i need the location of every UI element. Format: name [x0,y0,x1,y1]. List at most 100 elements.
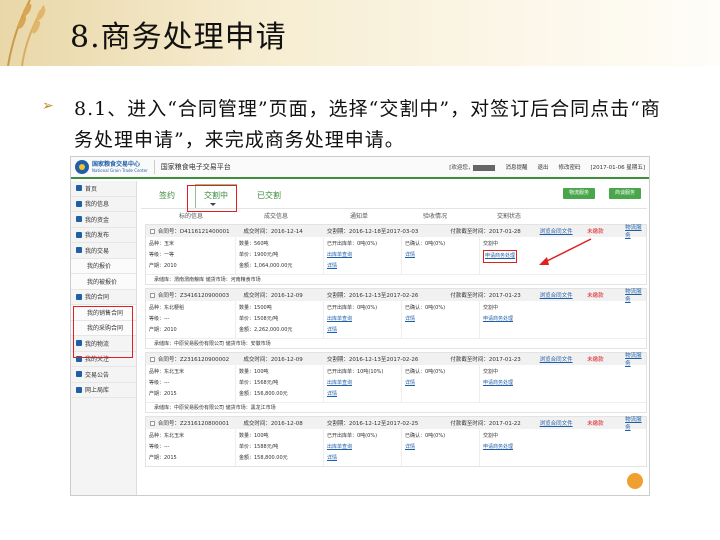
unpaid-badge: 未缴款 [587,293,604,299]
order-checkbox[interactable] [150,420,155,426]
column-header: 通知单 [349,212,368,220]
tab-delivered[interactable]: 已交割 [257,190,281,208]
outbound-query-link[interactable]: 出库单查询 [327,250,398,261]
logistics-service-button[interactable]: 物流服务 [562,188,595,199]
order-row: 合同号：Z2316120900002 成交时间：2016-12-09 交割期：2… [145,352,647,413]
redacted-username [473,164,496,171]
sidebar-item-label: 首页 [85,185,98,193]
quantity: 数量：100吨 [239,369,269,375]
unit-price: 单价：1508元/吨 [239,316,279,322]
payment-deadline: 付款截至时间：2017-01-28 [450,229,521,235]
payment-deadline: 付款截至时间：2017-01-23 [450,357,521,363]
contract-number: 合同号：Z3416120900003 [157,293,230,299]
inspection-detail-link[interactable]: 详情 [405,314,476,325]
contract-number: 合同号：Z2316120800001 [157,421,230,427]
sidebar-item[interactable]: 我的发布 [71,228,136,243]
sidebar-item[interactable]: 我的资金 [71,212,136,228]
sidebar-item[interactable]: 我的合同 [71,290,136,305]
apply-business-handling-link[interactable]: 申请商务处理 [483,444,513,450]
order-checkbox[interactable] [150,356,155,362]
grade: 等级：--- [149,316,170,322]
sidebar-item-label: 我的信息 [85,201,110,209]
sidebar-item-label: 我的被报价 [87,278,118,286]
sidebar-item-label: 交易公告 [85,371,110,379]
logo-english: National Grain Trade Center [92,168,148,173]
notice-detail-link[interactable]: 详情 [327,261,398,272]
nav-icon [76,371,82,378]
notice-detail-link[interactable]: 详情 [327,389,398,400]
delivery-period: 交割期：2016-12-13至2017-02-26 [326,293,419,299]
sidebar-item-label: 我的合同 [85,294,110,302]
nav-icon [76,200,82,207]
variety: 品种：玉米 [149,241,175,247]
order-body: 品种：东北粳稻 等级：--- 产期：2010 数量：1500吨 单价：1508元/吨金… [146,301,646,338]
sidebar-item-label: 网上局库 [85,387,110,395]
change-password-link[interactable]: 修改密码 [558,163,580,171]
production-year: 产期：2010 [149,263,177,269]
column-header: 验收情况 [422,212,447,220]
warehouse-info: 承储库：渭南渭南粮库 储货市场：河南粮食市场 [146,274,646,284]
help-chat-icon[interactable] [627,473,643,489]
outbound-issued: 已开出库单：0吨(0%) [327,433,378,439]
order-checkbox[interactable] [150,292,155,298]
order-checkbox[interactable] [150,228,155,234]
order-row: 合同号：Z2316120800001 成交时间：2016-12-08 交割期：2… [145,416,647,467]
notice-detail-link[interactable]: 详情 [327,325,398,336]
sidebar-item[interactable]: 交易公告 [71,367,136,383]
nav-icon [76,231,82,238]
sidebar-item-label: 我的报价 [87,263,112,271]
logistics-link[interactable]: 物流服务 [625,223,646,239]
apply-business-handling-link[interactable]: 申请商务处理 [483,380,513,386]
logistics-link[interactable]: 物流服务 [625,415,646,431]
view-contract-link[interactable]: 浏览合同文件 [540,227,587,235]
system-name: 国家粮食电子交易平台 [160,163,231,171]
logistics-link[interactable]: 物流服务 [625,287,646,303]
tab-signed[interactable]: 签约 [159,190,175,208]
column-header: 成交信息 [263,212,288,220]
outbound-issued: 已开出库单：10吨(10%) [327,369,384,375]
unpaid-badge: 未缴款 [587,357,604,363]
view-contract-link[interactable]: 浏览合同文件 [540,419,587,427]
logistics-link[interactable]: 物流服务 [625,351,646,367]
nav-icon [76,216,82,223]
grade: 等级：一等 [149,252,175,258]
quantity: 数量：560吨 [239,241,269,247]
view-contract-link[interactable]: 浏览合同文件 [540,355,587,363]
tab-highlight-box [187,185,237,212]
inspection-detail-link[interactable]: 详情 [405,250,476,261]
app-topbar: 国家粮食交易中心 National Grain Trade Center 国家粮… [71,157,649,179]
main-panel: 签约 交割中 已交割 物流服务 商谈服务 标的信息 成交信息 通知单 验收情况 … [141,183,647,495]
warehouse-info: 承储库：中原贸易股份有限公司 储货市场：安徽市场 [146,338,646,348]
delivery-period: 交割期：2016-12-12至2017-02-25 [326,421,419,427]
sidebar-item[interactable]: 我的信息 [71,197,136,212]
sidebar-item[interactable]: 我的报价 [71,258,136,274]
message-link[interactable]: 消息提醒 [505,163,527,171]
sidebar-item[interactable]: 我的被报价 [71,274,136,290]
sidebar-item[interactable]: 网上局库 [71,383,136,398]
apply-business-handling-link[interactable]: 申请商务处理 [483,316,513,322]
nav-icon [76,293,82,300]
sidebar-item[interactable]: 首页 [71,181,136,197]
logo-name: 国家粮食交易中心 [92,161,141,168]
confirmed: 已确认：0吨(0%) [405,433,446,439]
production-year: 产期：2015 [149,455,177,461]
logout-link[interactable]: 退出 [537,163,548,171]
sidebar-item-label: 我的资金 [85,216,110,224]
outbound-query-link[interactable]: 出库单查询 [327,314,398,325]
apply-business-handling-link[interactable]: 申请商务处理 [483,250,518,263]
delivery-status: 交割中 [483,433,499,439]
logo-icon [75,160,89,174]
inspection-detail-link[interactable]: 详情 [405,378,476,389]
inspection-detail-link[interactable]: 详情 [405,442,476,453]
outbound-query-link[interactable]: 出库单查询 [327,442,398,453]
notice-detail-link[interactable]: 详情 [327,453,398,464]
negotiation-service-button[interactable]: 商谈服务 [608,188,641,199]
app-logo[interactable]: 国家粮食交易中心 National Grain Trade Center [75,160,155,174]
outbound-query-link[interactable]: 出库单查询 [327,378,398,389]
annotation-arrow [539,238,592,265]
column-header: 交割状态 [496,212,521,220]
payment-deadline: 付款截至时间：2017-01-22 [450,421,521,427]
view-contract-link[interactable]: 浏览合同文件 [540,291,587,299]
amount: 金额：156,800.00元 [239,391,288,397]
sidebar-item[interactable]: 我的交易 [71,243,136,259]
